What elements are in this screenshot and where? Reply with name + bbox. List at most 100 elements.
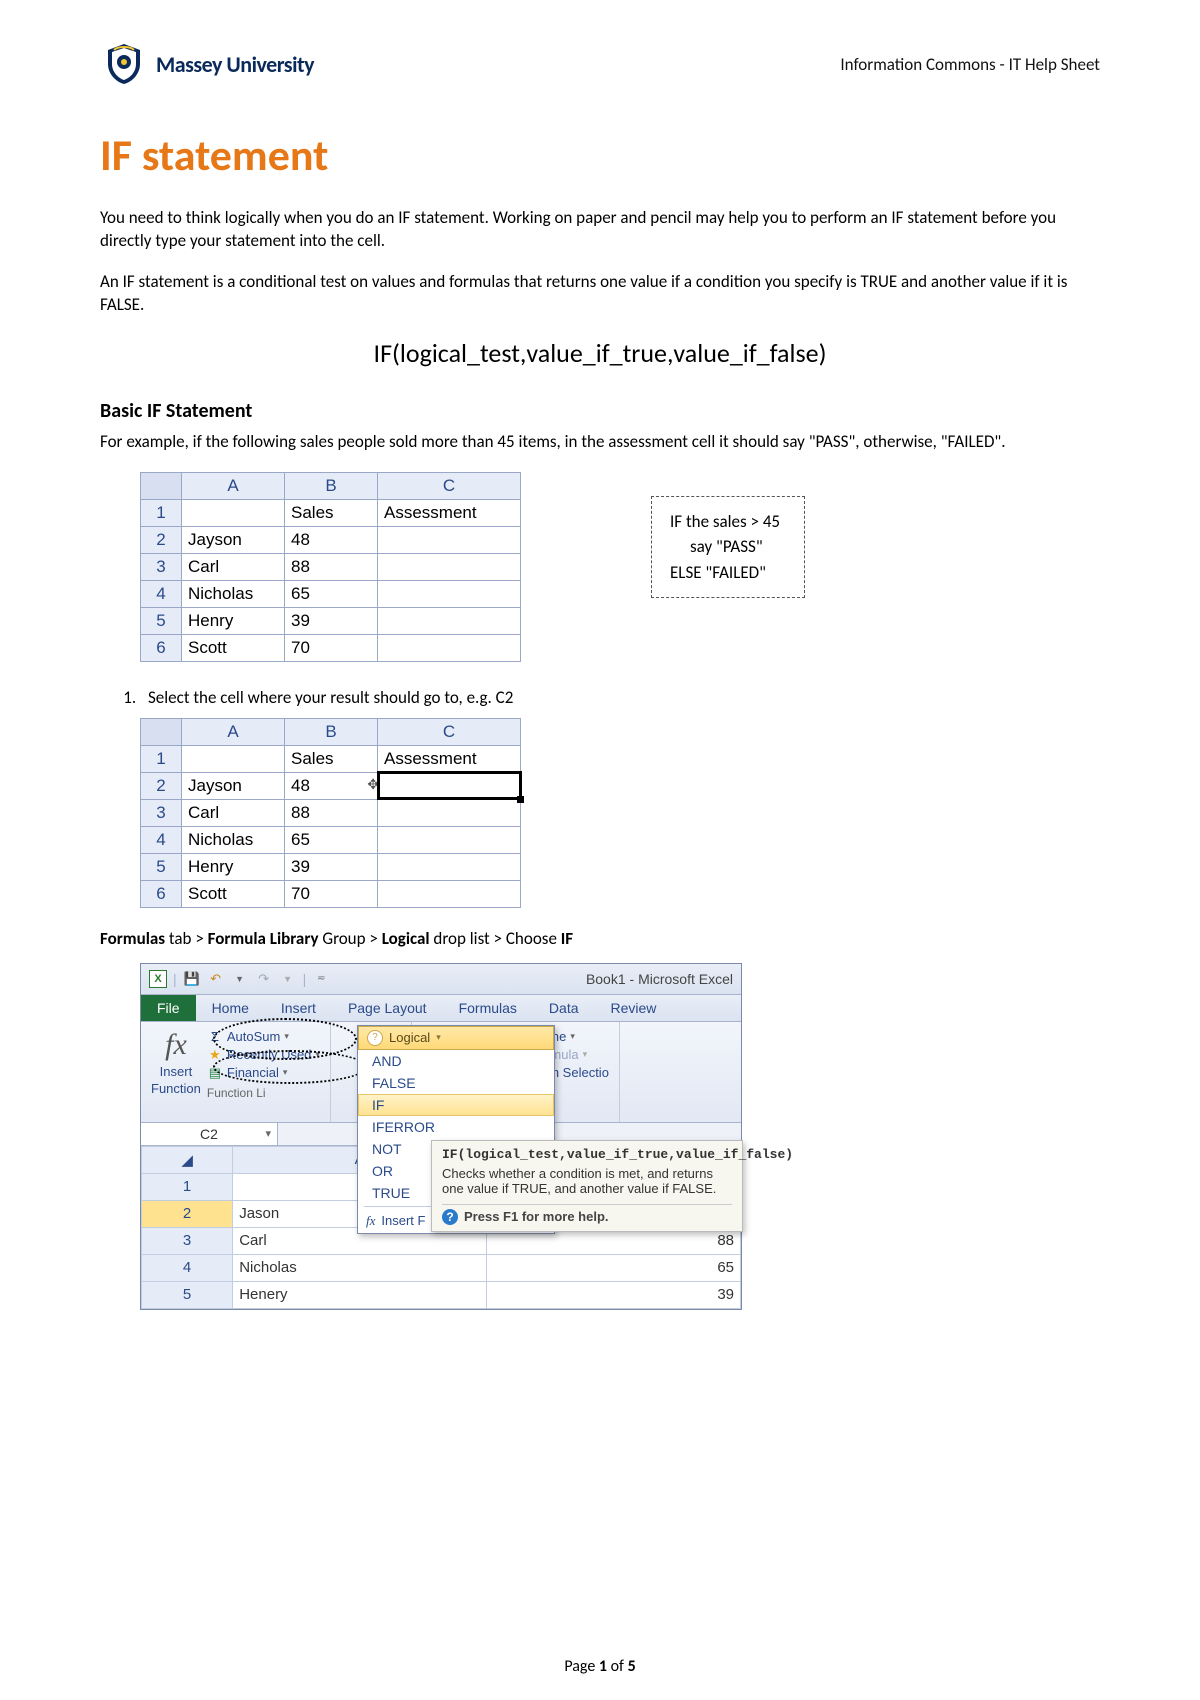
window-title: Book1 - Microsoft Excel (586, 971, 733, 987)
financial-icon: ▤ (207, 1065, 223, 1081)
selected-cell-c2[interactable] (378, 772, 521, 799)
col-header-c: C (378, 718, 521, 745)
cell: Nicholas (182, 580, 285, 607)
cell: 65 (487, 1254, 741, 1281)
insert-function-button[interactable]: fx Insert Function (151, 1028, 201, 1096)
dropdown-icon[interactable]: ▼ (279, 970, 297, 988)
cell: 39 (487, 1281, 741, 1308)
recently-used-button[interactable]: ★ Recently Used ▾ (207, 1046, 320, 1064)
page-header: Massey University Information Commons - … (100, 40, 1100, 88)
cell: 88 (285, 799, 378, 826)
cell: Henery (233, 1281, 487, 1308)
dropdown-item-and[interactable]: AND (358, 1050, 554, 1072)
nav-sep: drop list > Choose (430, 928, 561, 949)
cell: Jayson (182, 526, 285, 553)
nav-sep: tab > (165, 928, 208, 949)
col-header-b: B (285, 472, 378, 499)
select-all-corner (141, 718, 182, 745)
undo-icon[interactable]: ↶ (207, 970, 225, 988)
cell: 65 (285, 826, 378, 853)
nav-formulas: Formulas (100, 928, 165, 949)
cell (378, 607, 521, 634)
cell: 88 (285, 553, 378, 580)
tooltip-help-row: ? Press F1 for more help. (442, 1204, 732, 1225)
save-icon[interactable]: 💾 (183, 970, 201, 988)
section-basic-if: Basic IF Statement (100, 399, 1100, 423)
cell (378, 880, 521, 907)
cell (378, 553, 521, 580)
customize-qat-icon[interactable]: ≂ (312, 970, 330, 988)
nav-formula-library: Formula Library (208, 928, 319, 949)
cell: Carl (182, 799, 285, 826)
excel-table-1: A B C 1 Sales Assessment 2Jayson48 3Carl… (140, 472, 521, 662)
tab-formulas[interactable]: Formulas (443, 995, 533, 1021)
intro-paragraph-1: You need to think logically when you do … (100, 207, 1100, 253)
if-syntax: IF(logical_test,value_if_true,value_if_f… (100, 337, 1100, 369)
cell: Scott (182, 634, 285, 661)
nav-logical: Logical (382, 928, 430, 949)
group-label-function-library: Function Li (207, 1082, 320, 1100)
col-header-a: A (182, 718, 285, 745)
fx-icon: fx (165, 1028, 187, 1062)
page-title: IF statement (100, 128, 1100, 182)
navigation-path: Formulas tab > Formula Library Group > L… (100, 928, 1100, 951)
ribbon-tabs: File Home Insert Page Layout Formulas Da… (141, 995, 741, 1022)
dropdown-item-if[interactable]: IF (358, 1094, 554, 1116)
excel-ribbon-screenshot: X | 💾 ↶ ▼ ↷ ▼ | ≂ Book1 - Microsoft Exce… (140, 963, 742, 1310)
row-number: 2 (142, 1200, 233, 1227)
row-number: 6 (141, 880, 182, 907)
select-all-corner: ◢ (142, 1146, 233, 1173)
step-1-label: Select the cell where your result should… (148, 687, 513, 708)
nav-sep: Group > (319, 928, 382, 949)
tab-page-layout[interactable]: Page Layout (332, 995, 443, 1021)
row-number: 1 (141, 745, 182, 772)
cell: 48 ✥ (285, 772, 378, 799)
tab-data[interactable]: Data (533, 995, 595, 1021)
question-icon: ? (367, 1030, 383, 1046)
dropdown-item-iferror[interactable]: IFERROR (358, 1116, 554, 1138)
row-number: 4 (141, 826, 182, 853)
logical-button[interactable]: ? Logical ▾ (358, 1026, 554, 1050)
cell: 39 (285, 607, 378, 634)
help-icon: ? (442, 1209, 458, 1225)
dropdown-item-false[interactable]: FALSE (358, 1072, 554, 1094)
col-header-c: C (378, 472, 521, 499)
cell: 48 (285, 526, 378, 553)
pseudo-line: IF the sales > 45 (670, 509, 780, 535)
logo-block: Massey University (100, 40, 314, 88)
tab-home[interactable]: Home (196, 995, 265, 1021)
cell: Assessment (378, 499, 521, 526)
autosum-button[interactable]: Σ AutoSum ▾ (207, 1028, 320, 1046)
name-box[interactable]: C2 (141, 1123, 278, 1145)
tooltip-help-text: Press F1 for more help. (464, 1209, 609, 1224)
logical-label: Logical (389, 1030, 430, 1045)
tab-insert[interactable]: Insert (265, 995, 332, 1021)
cell (378, 826, 521, 853)
row-number: 1 (141, 499, 182, 526)
row-number: 5 (142, 1281, 233, 1308)
tab-file[interactable]: File (141, 995, 196, 1021)
financial-button[interactable]: ▤ Financial ▾ (207, 1064, 320, 1082)
dropdown-icon[interactable]: ▼ (231, 970, 249, 988)
nav-if: IF (561, 928, 573, 949)
row-number: 5 (141, 607, 182, 634)
if-tooltip: IF(logical_test,value_if_true,value_if_f… (431, 1140, 743, 1232)
cell: Scott (182, 880, 285, 907)
redo-icon[interactable]: ↷ (255, 970, 273, 988)
footer-page-num: 1 (599, 1657, 607, 1676)
cell: Henry (182, 607, 285, 634)
row-number: 2 (141, 772, 182, 799)
cell: Sales (285, 745, 378, 772)
massey-crest-icon (100, 40, 148, 88)
cell: 65 (285, 580, 378, 607)
step-1-text: Select the cell where your result should… (140, 687, 1100, 708)
pseudo-line: say "PASS" (670, 534, 780, 560)
pseudocode-box: IF the sales > 45 say "PASS" ELSE "FAILE… (651, 496, 805, 599)
footer-mid: of (607, 1657, 628, 1676)
row-number: 3 (142, 1227, 233, 1254)
excel-table-2: A B C 1 Sales Assessment 2 Jayson 48 ✥ 3… (140, 718, 521, 908)
tab-review[interactable]: Review (595, 995, 673, 1021)
row-number: 6 (141, 634, 182, 661)
cell (378, 580, 521, 607)
row-number: 2 (141, 526, 182, 553)
